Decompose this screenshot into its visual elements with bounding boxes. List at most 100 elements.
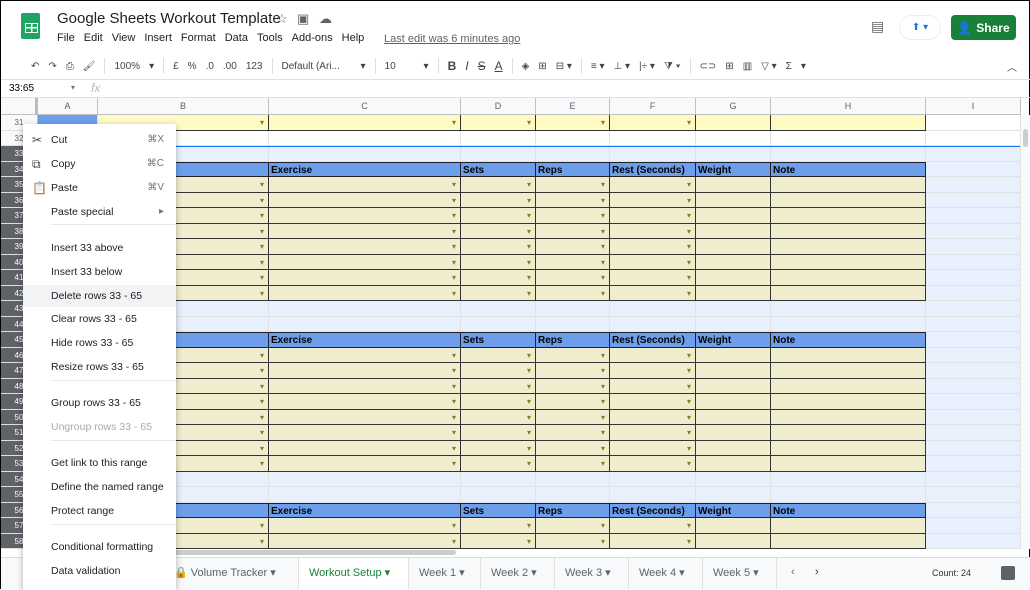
sheet-tab-week-1[interactable]: Week 1 ▾ — [409, 558, 481, 589]
text-rotation-icon[interactable]: ⧩ ▾ — [664, 61, 681, 72]
cell[interactable] — [536, 456, 610, 472]
cell[interactable] — [269, 394, 461, 410]
column-header-C[interactable]: C — [269, 98, 461, 115]
column-header-A[interactable]: A — [38, 98, 98, 115]
cell[interactable] — [926, 192, 1021, 208]
cell[interactable] — [461, 177, 536, 193]
menu-item-paste-special[interactable]: Paste special ▸ — [23, 201, 176, 223]
cell[interactable] — [536, 146, 610, 162]
cell[interactable] — [771, 487, 926, 503]
table-header-cell[interactable]: Sets — [461, 502, 536, 518]
column-header-B[interactable]: B — [98, 98, 269, 115]
cell[interactable] — [461, 316, 536, 332]
comments-icon[interactable]: ▤ — [871, 18, 884, 35]
insert-chart-icon[interactable]: ▥ — [743, 61, 752, 72]
menu-item-get-link-to-this-range[interactable]: Get link to this range — [23, 452, 176, 474]
cell[interactable] — [926, 440, 1021, 456]
cell[interactable] — [610, 223, 696, 239]
column-header-G[interactable]: G — [696, 98, 771, 115]
cell[interactable] — [536, 192, 610, 208]
column-header-F[interactable]: F — [610, 98, 696, 115]
cell[interactable] — [269, 192, 461, 208]
cell[interactable] — [926, 239, 1021, 255]
menu-item-conditional-formatting[interactable]: Conditional formatting — [23, 536, 176, 558]
cell[interactable] — [771, 192, 926, 208]
vertical-scrollbar[interactable] — [1020, 115, 1030, 549]
cell[interactable] — [696, 254, 771, 270]
cell[interactable] — [461, 239, 536, 255]
cell[interactable] — [536, 254, 610, 270]
cell[interactable] — [771, 254, 926, 270]
cell[interactable] — [269, 115, 461, 131]
cell[interactable] — [610, 192, 696, 208]
cell[interactable] — [926, 378, 1021, 394]
cell[interactable] — [536, 270, 610, 286]
cell[interactable] — [536, 425, 610, 441]
cell[interactable] — [926, 409, 1021, 425]
cell[interactable] — [269, 409, 461, 425]
cell[interactable] — [610, 471, 696, 487]
vertical-align-icon[interactable]: ⊥ ▾ — [614, 61, 631, 72]
cell[interactable] — [926, 363, 1021, 379]
table-header-cell[interactable]: Reps — [536, 161, 610, 177]
cell[interactable] — [771, 270, 926, 286]
sheet-tab-week-2[interactable]: Week 2 ▾ — [481, 558, 555, 589]
menu-add-ons[interactable]: Add-ons — [292, 32, 333, 44]
table-header-cell[interactable]: Exercise — [269, 332, 461, 348]
cell[interactable] — [610, 208, 696, 224]
text-color-button[interactable]: A — [495, 59, 503, 73]
tab-dropdown-icon[interactable]: ▾ — [267, 567, 276, 579]
cell[interactable] — [461, 208, 536, 224]
cell[interactable] — [461, 471, 536, 487]
insert-comment-icon[interactable]: ⊞ — [725, 61, 733, 72]
table-header-cell[interactable]: Sets — [461, 332, 536, 348]
cell[interactable] — [269, 270, 461, 286]
cell[interactable] — [771, 285, 926, 301]
cell[interactable] — [461, 254, 536, 270]
cell[interactable] — [536, 363, 610, 379]
scroll-tabs-left-icon[interactable]: ‹ — [791, 566, 795, 578]
menu-tools[interactable]: Tools — [257, 32, 283, 44]
cell[interactable] — [771, 223, 926, 239]
cell[interactable] — [269, 146, 461, 162]
bold-button[interactable]: B — [448, 59, 457, 73]
table-header-cell[interactable]: Rest (Seconds) — [610, 332, 696, 348]
cell[interactable] — [461, 347, 536, 363]
cell[interactable] — [269, 208, 461, 224]
cell[interactable] — [696, 471, 771, 487]
cell[interactable] — [461, 378, 536, 394]
doc-title[interactable]: Google Sheets Workout Template — [57, 10, 281, 27]
cell[interactable] — [696, 440, 771, 456]
table-header-cell[interactable]: Sets — [461, 161, 536, 177]
cell[interactable] — [536, 409, 610, 425]
menu-edit[interactable]: Edit — [84, 32, 103, 44]
cell[interactable] — [610, 363, 696, 379]
cell[interactable] — [536, 208, 610, 224]
cell[interactable] — [461, 270, 536, 286]
cell[interactable] — [536, 347, 610, 363]
cell[interactable] — [926, 130, 1021, 146]
cell[interactable] — [696, 456, 771, 472]
scroll-tabs-right-icon[interactable]: › — [815, 566, 819, 578]
cell[interactable] — [536, 301, 610, 317]
cell[interactable] — [536, 115, 610, 131]
cell[interactable] — [926, 347, 1021, 363]
tab-dropdown-icon[interactable]: ▾ — [676, 567, 685, 579]
cell[interactable] — [610, 518, 696, 534]
cell[interactable] — [926, 471, 1021, 487]
cell[interactable] — [536, 239, 610, 255]
cell[interactable] — [926, 518, 1021, 534]
font-size-select[interactable]: 10 — [385, 61, 415, 72]
count-summary[interactable]: Count: 24 — [932, 568, 971, 578]
cell[interactable] — [536, 487, 610, 503]
cell[interactable] — [610, 146, 696, 162]
cell[interactable] — [771, 533, 926, 549]
menu-item-resize-rows-33-65[interactable]: Resize rows 33 - 65 — [23, 356, 176, 378]
cell[interactable] — [610, 347, 696, 363]
cell[interactable] — [926, 533, 1021, 549]
cell[interactable] — [461, 394, 536, 410]
cell[interactable] — [926, 301, 1021, 317]
cell[interactable] — [696, 208, 771, 224]
cell[interactable] — [610, 440, 696, 456]
print-icon[interactable]: ⎙ — [66, 61, 74, 72]
